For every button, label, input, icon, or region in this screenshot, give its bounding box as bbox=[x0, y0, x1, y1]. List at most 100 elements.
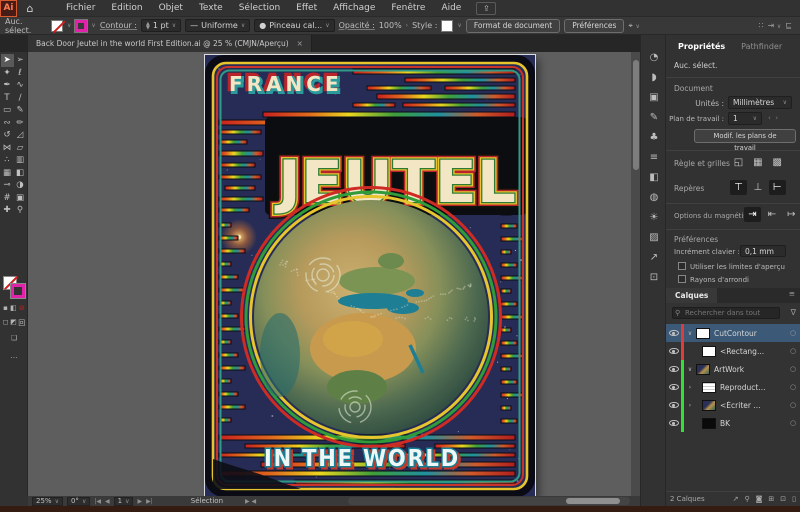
brush-definition-select[interactable]: ●Pinceau cal...∨ bbox=[254, 19, 334, 32]
locate-object-icon[interactable]: ⚲ bbox=[744, 495, 749, 503]
collect-for-export-icon[interactable]: ↗ bbox=[733, 495, 739, 503]
show-grid-icon[interactable]: ▦ bbox=[749, 155, 766, 170]
new-layer-icon[interactable]: ⊡ bbox=[780, 495, 786, 503]
close-tab-icon[interactable]: × bbox=[297, 39, 303, 48]
pencil-tool[interactable]: ✏ bbox=[14, 117, 27, 130]
document-setup-button[interactable]: Format de document bbox=[466, 19, 560, 33]
target-circle-icon[interactable]: ○ bbox=[786, 401, 800, 409]
curvature-tool[interactable]: ∿ bbox=[14, 79, 27, 92]
tab-pathfinder[interactable]: Pathfinder bbox=[735, 42, 788, 51]
target-circle-icon[interactable]: ○ bbox=[786, 329, 800, 337]
zoom-tool[interactable]: ⚲ bbox=[14, 204, 27, 217]
align-options-icon[interactable]: ⌖ ∨ bbox=[628, 21, 639, 31]
horizontal-scrollbar[interactable] bbox=[348, 497, 630, 505]
layer-name[interactable]: ArtWork bbox=[714, 365, 786, 374]
visibility-eye-icon[interactable] bbox=[666, 366, 681, 373]
pen-tool[interactable]: ✒ bbox=[1, 79, 14, 92]
panel-layout-icon[interactable]: ⊑ bbox=[785, 21, 792, 30]
gradient-panel-icon[interactable]: ◧ bbox=[641, 167, 667, 187]
layer-row-rectang[interactable]: <Rectang...○ bbox=[666, 342, 800, 360]
artboard-artwork[interactable]: JEUTEL JEUTEL JEUTEL JEUTEL JEUTEL bbox=[205, 55, 535, 496]
layer-row-reproduct[interactable]: ›Reproduct...○ bbox=[666, 378, 800, 396]
snap-grid-icon[interactable]: ⇥ bbox=[744, 207, 761, 222]
menu-effet[interactable]: Effet bbox=[289, 3, 324, 13]
units-select[interactable]: Millimètres∨ bbox=[728, 96, 792, 109]
menu-edition[interactable]: Edition bbox=[104, 3, 149, 13]
pathfinder-panel-icon[interactable]: ◗ bbox=[641, 67, 667, 87]
snap-options-icon[interactable]: ⇥ ∨ bbox=[768, 21, 782, 30]
export-panel-icon[interactable]: ↗ bbox=[641, 247, 667, 267]
none-mode-icon[interactable]: ⊘ bbox=[19, 304, 25, 312]
home-icon[interactable]: ⌂ bbox=[19, 2, 41, 15]
artboard-prev-icon[interactable]: ‹ › bbox=[768, 114, 778, 122]
menu-fenetre[interactable]: Fenêtre bbox=[384, 3, 432, 13]
snap-pixel-icon[interactable]: ⇤ bbox=[763, 207, 780, 222]
stroke-label[interactable]: Contour : bbox=[100, 21, 137, 30]
gradient-tool[interactable]: ◧ bbox=[14, 167, 27, 180]
opacity-label[interactable]: Opacité : bbox=[339, 21, 375, 30]
selection-tool[interactable]: ➤ bbox=[1, 54, 14, 67]
visibility-eye-icon[interactable] bbox=[666, 330, 681, 337]
free-transform-tool[interactable]: ▱ bbox=[14, 142, 27, 155]
symbol-sprayer-tool[interactable]: ∴ bbox=[1, 154, 14, 167]
layer-row-cutcontour[interactable]: ∨ CutContour○ bbox=[666, 324, 800, 342]
rotate-tool[interactable]: ↺ bbox=[1, 129, 14, 142]
blend-tool[interactable]: ◑ bbox=[14, 179, 27, 192]
show-guides-icon[interactable]: ⊤ bbox=[730, 180, 747, 195]
expand-chevron-icon[interactable]: ∨ bbox=[684, 366, 696, 373]
canvas[interactable]: JEUTEL JEUTEL JEUTEL JEUTEL JEUTEL bbox=[28, 52, 631, 496]
menu-fichier[interactable]: Fichier bbox=[59, 3, 102, 13]
graph-tool[interactable]: ▥ bbox=[14, 154, 27, 167]
scale-tool[interactable]: ◿ bbox=[14, 129, 27, 142]
style-swatch[interactable] bbox=[441, 20, 453, 32]
toolbar-more-icon[interactable]: … bbox=[11, 352, 18, 360]
artboard-nav-select[interactable]: 1∨ bbox=[114, 497, 134, 506]
layer-name[interactable]: CutContour bbox=[714, 329, 786, 338]
fill-color-swatch[interactable] bbox=[51, 20, 63, 32]
width-tool[interactable]: ⋈ bbox=[1, 142, 14, 155]
smart-guides-icon[interactable]: ⊢ bbox=[769, 180, 786, 195]
transparency-grid-icon[interactable]: ▩ bbox=[769, 155, 786, 170]
expand-chevron-icon[interactable]: ∨ bbox=[684, 330, 696, 337]
illustrator-logo-icon[interactable]: Ai bbox=[0, 0, 17, 17]
visibility-eye-icon[interactable] bbox=[666, 384, 681, 391]
layers-search-input[interactable] bbox=[672, 307, 780, 319]
type-tool[interactable]: T bbox=[1, 92, 14, 105]
layers-menu-icon[interactable]: ≡ bbox=[789, 289, 795, 298]
layer-name[interactable]: <Écriter ... bbox=[720, 401, 786, 410]
graphic-styles-panel-icon[interactable]: ▨ bbox=[641, 227, 667, 247]
first-artboard-icon[interactable]: |◀ bbox=[94, 498, 101, 505]
layers-panel-icon[interactable]: ⊡ bbox=[641, 267, 667, 287]
stroke-weight-input[interactable]: ▲▼1 pt∨ bbox=[141, 19, 181, 32]
keyboard-increment-input[interactable]: 0,1 mm bbox=[740, 245, 786, 257]
artboard-select[interactable]: 1∨ bbox=[728, 112, 762, 125]
menu-objet[interactable]: Objet bbox=[152, 3, 190, 13]
line-tool[interactable]: ∕ bbox=[14, 92, 27, 105]
menu-aide[interactable]: Aide bbox=[434, 3, 468, 13]
eyedropper-tool[interactable]: ⊸ bbox=[1, 179, 14, 192]
swatches-panel-icon[interactable]: ▣ bbox=[641, 87, 667, 107]
lock-guides-icon[interactable]: ⊥ bbox=[749, 180, 766, 195]
brushes-panel-icon[interactable]: ✎ bbox=[641, 107, 667, 127]
target-circle-icon[interactable]: ○ bbox=[786, 383, 800, 391]
layer-row-criter[interactable]: ›<Écriter ...○ bbox=[666, 396, 800, 414]
next-artboard-icon[interactable]: ▶ bbox=[137, 498, 142, 505]
tab-proprietes[interactable]: Propriétés bbox=[672, 42, 731, 51]
gradient-mode-icon[interactable]: ◧ bbox=[10, 304, 17, 312]
slice-tool[interactable]: # bbox=[1, 192, 14, 205]
fill-stroke-swatches[interactable] bbox=[3, 276, 25, 298]
expand-chevron-icon[interactable]: › bbox=[684, 384, 696, 391]
draw-inside-icon[interactable]: 回 bbox=[18, 318, 25, 328]
color-panel-icon[interactable]: ◔ bbox=[641, 47, 667, 67]
layer-name[interactable]: <Rectang... bbox=[720, 347, 786, 356]
clipping-mask-icon[interactable]: ◙ bbox=[756, 495, 763, 503]
share-document-icon[interactable]: ⇪ bbox=[476, 2, 496, 15]
menu-texte[interactable]: Texte bbox=[192, 3, 230, 13]
vertical-scroll-thumb[interactable] bbox=[633, 60, 639, 170]
new-sublayer-icon[interactable]: ⊞ bbox=[768, 495, 774, 503]
tab-calques[interactable]: Calques bbox=[666, 288, 717, 303]
paintbrush-tool[interactable]: ✎ bbox=[14, 104, 27, 117]
zoom-level-select[interactable]: 25%∨ bbox=[32, 497, 63, 506]
appearance-panel-icon[interactable]: ☀ bbox=[641, 207, 667, 227]
shaper-tool[interactable]: ∾ bbox=[1, 117, 14, 130]
